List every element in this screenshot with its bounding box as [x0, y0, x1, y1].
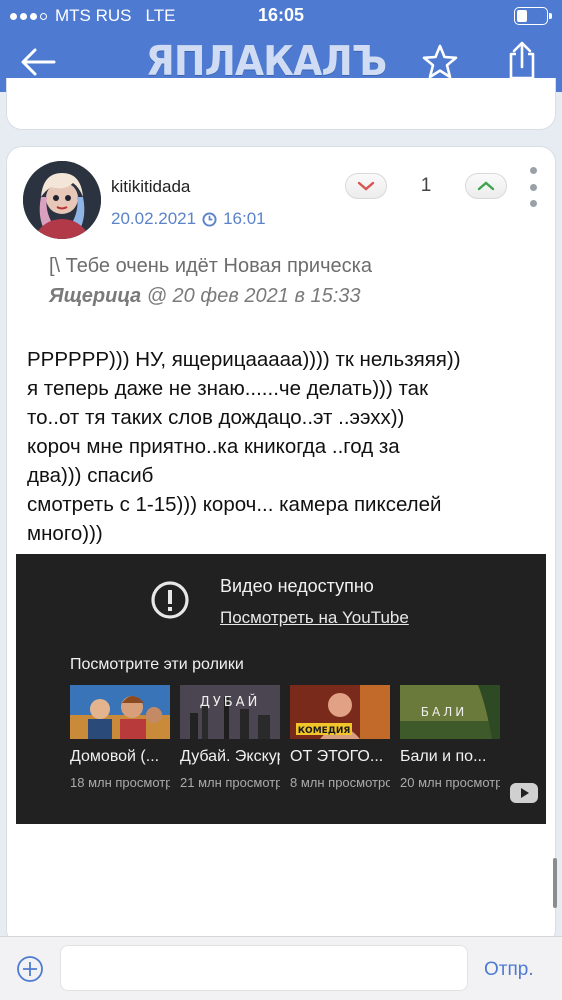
avatar[interactable] — [23, 161, 101, 239]
video-unavailable-text: Видео недоступно — [220, 576, 374, 596]
quote-author[interactable]: Ящерица — [49, 285, 141, 307]
comment-line: я теперь даже не знаю......че делать))) … — [27, 377, 429, 400]
clock-label: 16:05 — [257, 5, 305, 25]
clock-icon — [202, 211, 217, 227]
video-thumbnail[interactable]: ДУБАЙ — [180, 685, 280, 739]
thumbnail-caption: БАЛИ — [421, 705, 467, 719]
quote-meta: Ящерица @ 20 фев 2021 в 15:33 — [49, 285, 361, 308]
suggestion-views: 21 млн просмотров — [180, 775, 280, 790]
suggestion-title[interactable]: ОТ ЭТОГО... — [290, 748, 390, 766]
comment-body: РРРРРР))) НУ, ящерицааааа)))) тк нельзяя… — [27, 345, 547, 548]
video-thumbnail[interactable]: КОМЕДИЯ — [290, 685, 390, 739]
thumbnail-caption: ДУБАЙ — [200, 694, 261, 710]
youtube-icon[interactable] — [509, 782, 539, 804]
scrollbar[interactable] — [553, 858, 557, 908]
video-thumbnail[interactable] — [70, 685, 170, 739]
quote-text: [\ Тебе очень идёт Новая прическа — [49, 255, 372, 277]
suggestion-views: 20 млн просмотров — [400, 775, 500, 790]
chevron-up-icon — [477, 181, 495, 191]
status-bar: MTS RUS LTE 16:05 — [0, 0, 562, 32]
comment-line: РРРРРР))) НУ, ящерицааааа)))) тк нельзяя… — [27, 348, 461, 371]
suggestion-title[interactable]: Домовой (... — [70, 748, 170, 766]
comment-date: 20.02.2021 — [111, 209, 197, 228]
watch-on-youtube-link[interactable]: Посмотреть на YouTube — [220, 608, 409, 628]
vote-score: 1 — [420, 175, 432, 196]
send-button[interactable]: Отпр. — [484, 959, 534, 981]
comment-card: kitikitidada 20.02.2021 16:01 1 [\ Тебе … — [6, 146, 556, 946]
comment-username[interactable]: kitikitidada — [111, 177, 190, 197]
comment-time: 16:01 — [223, 209, 266, 228]
quote-timestamp: @ 20 фев 2021 в 15:33 — [146, 285, 361, 307]
suggestions-header: Посмотрите эти ролики — [70, 656, 244, 673]
comment-line: смотреть с 1-15))) короч... камера пиксе… — [27, 493, 442, 516]
share-icon[interactable] — [502, 40, 542, 82]
comment-datetime: 20.02.2021 16:01 — [111, 209, 266, 229]
more-options-icon[interactable] — [527, 167, 539, 207]
comment-line: то..от тя таких слов дождацо..эт ..ээхх)… — [27, 406, 405, 429]
comment-line: два))) спасиб — [27, 464, 154, 487]
back-arrow-icon[interactable] — [18, 42, 58, 82]
alert-icon — [151, 581, 189, 619]
thumbnail-caption: КОМЕДИЯ — [298, 726, 351, 736]
star-icon[interactable] — [420, 42, 460, 82]
upvote-button[interactable] — [465, 173, 507, 199]
suggestion-views: 18 млн просмотров — [70, 775, 170, 790]
video-thumbnail[interactable]: БАЛИ — [400, 685, 500, 739]
message-composer: Отпр. — [0, 936, 562, 1000]
downvote-button[interactable] — [345, 173, 387, 199]
comment-line: короч мне приятно..ка кникогда ..год за — [27, 435, 400, 458]
suggestion-title[interactable]: Бали и по... — [400, 748, 500, 766]
youtube-embed[interactable]: Видео недоступно Посмотреть на YouTube П… — [16, 554, 546, 824]
chevron-down-icon — [357, 181, 375, 191]
add-attachment-icon[interactable] — [16, 955, 44, 983]
suggestion-title[interactable]: Дубай. Экскурсия — [180, 748, 280, 766]
message-input[interactable] — [60, 945, 468, 991]
battery-icon — [514, 7, 552, 25]
previous-comment-card — [6, 78, 556, 130]
comment-line: много))) — [27, 522, 103, 545]
suggestion-views: 8 млн просмотров — [290, 775, 390, 790]
